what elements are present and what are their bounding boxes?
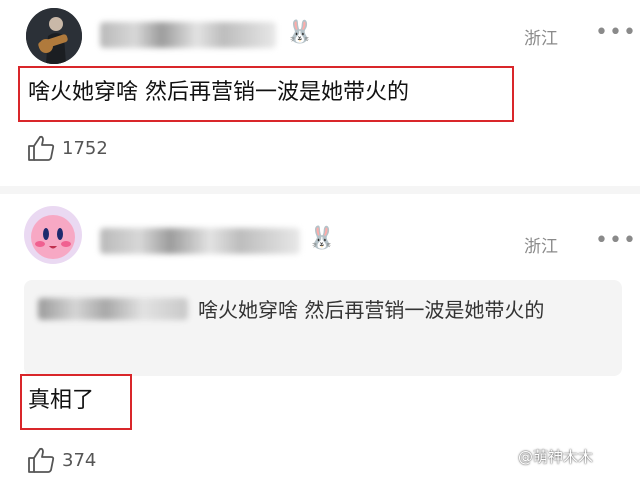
thumbs-up-icon [28, 447, 55, 473]
more-options-icon[interactable]: ••• [595, 228, 637, 253]
avatar[interactable] [24, 206, 82, 264]
rabbit-badge-icon: 🐰 [308, 226, 336, 251]
comment-item: 🐰 浙江 ••• 啥火她穿啥 然后再营销一波是她带火的 真相了 374 @萌神木… [0, 0, 640, 480]
comment-text: 真相了 [20, 374, 132, 430]
quoted-reply[interactable]: 啥火她穿啥 然后再营销一波是她带火的 [24, 280, 622, 376]
like-count: 374 [62, 449, 97, 471]
quoted-text: 啥火她穿啥 然后再营销一波是她带火的 [198, 298, 545, 322]
like-button[interactable]: 374 [26, 446, 96, 474]
location-label: 浙江 [524, 237, 558, 257]
watermark: @萌神木木 [518, 448, 594, 466]
username-blurred[interactable] [100, 228, 300, 254]
